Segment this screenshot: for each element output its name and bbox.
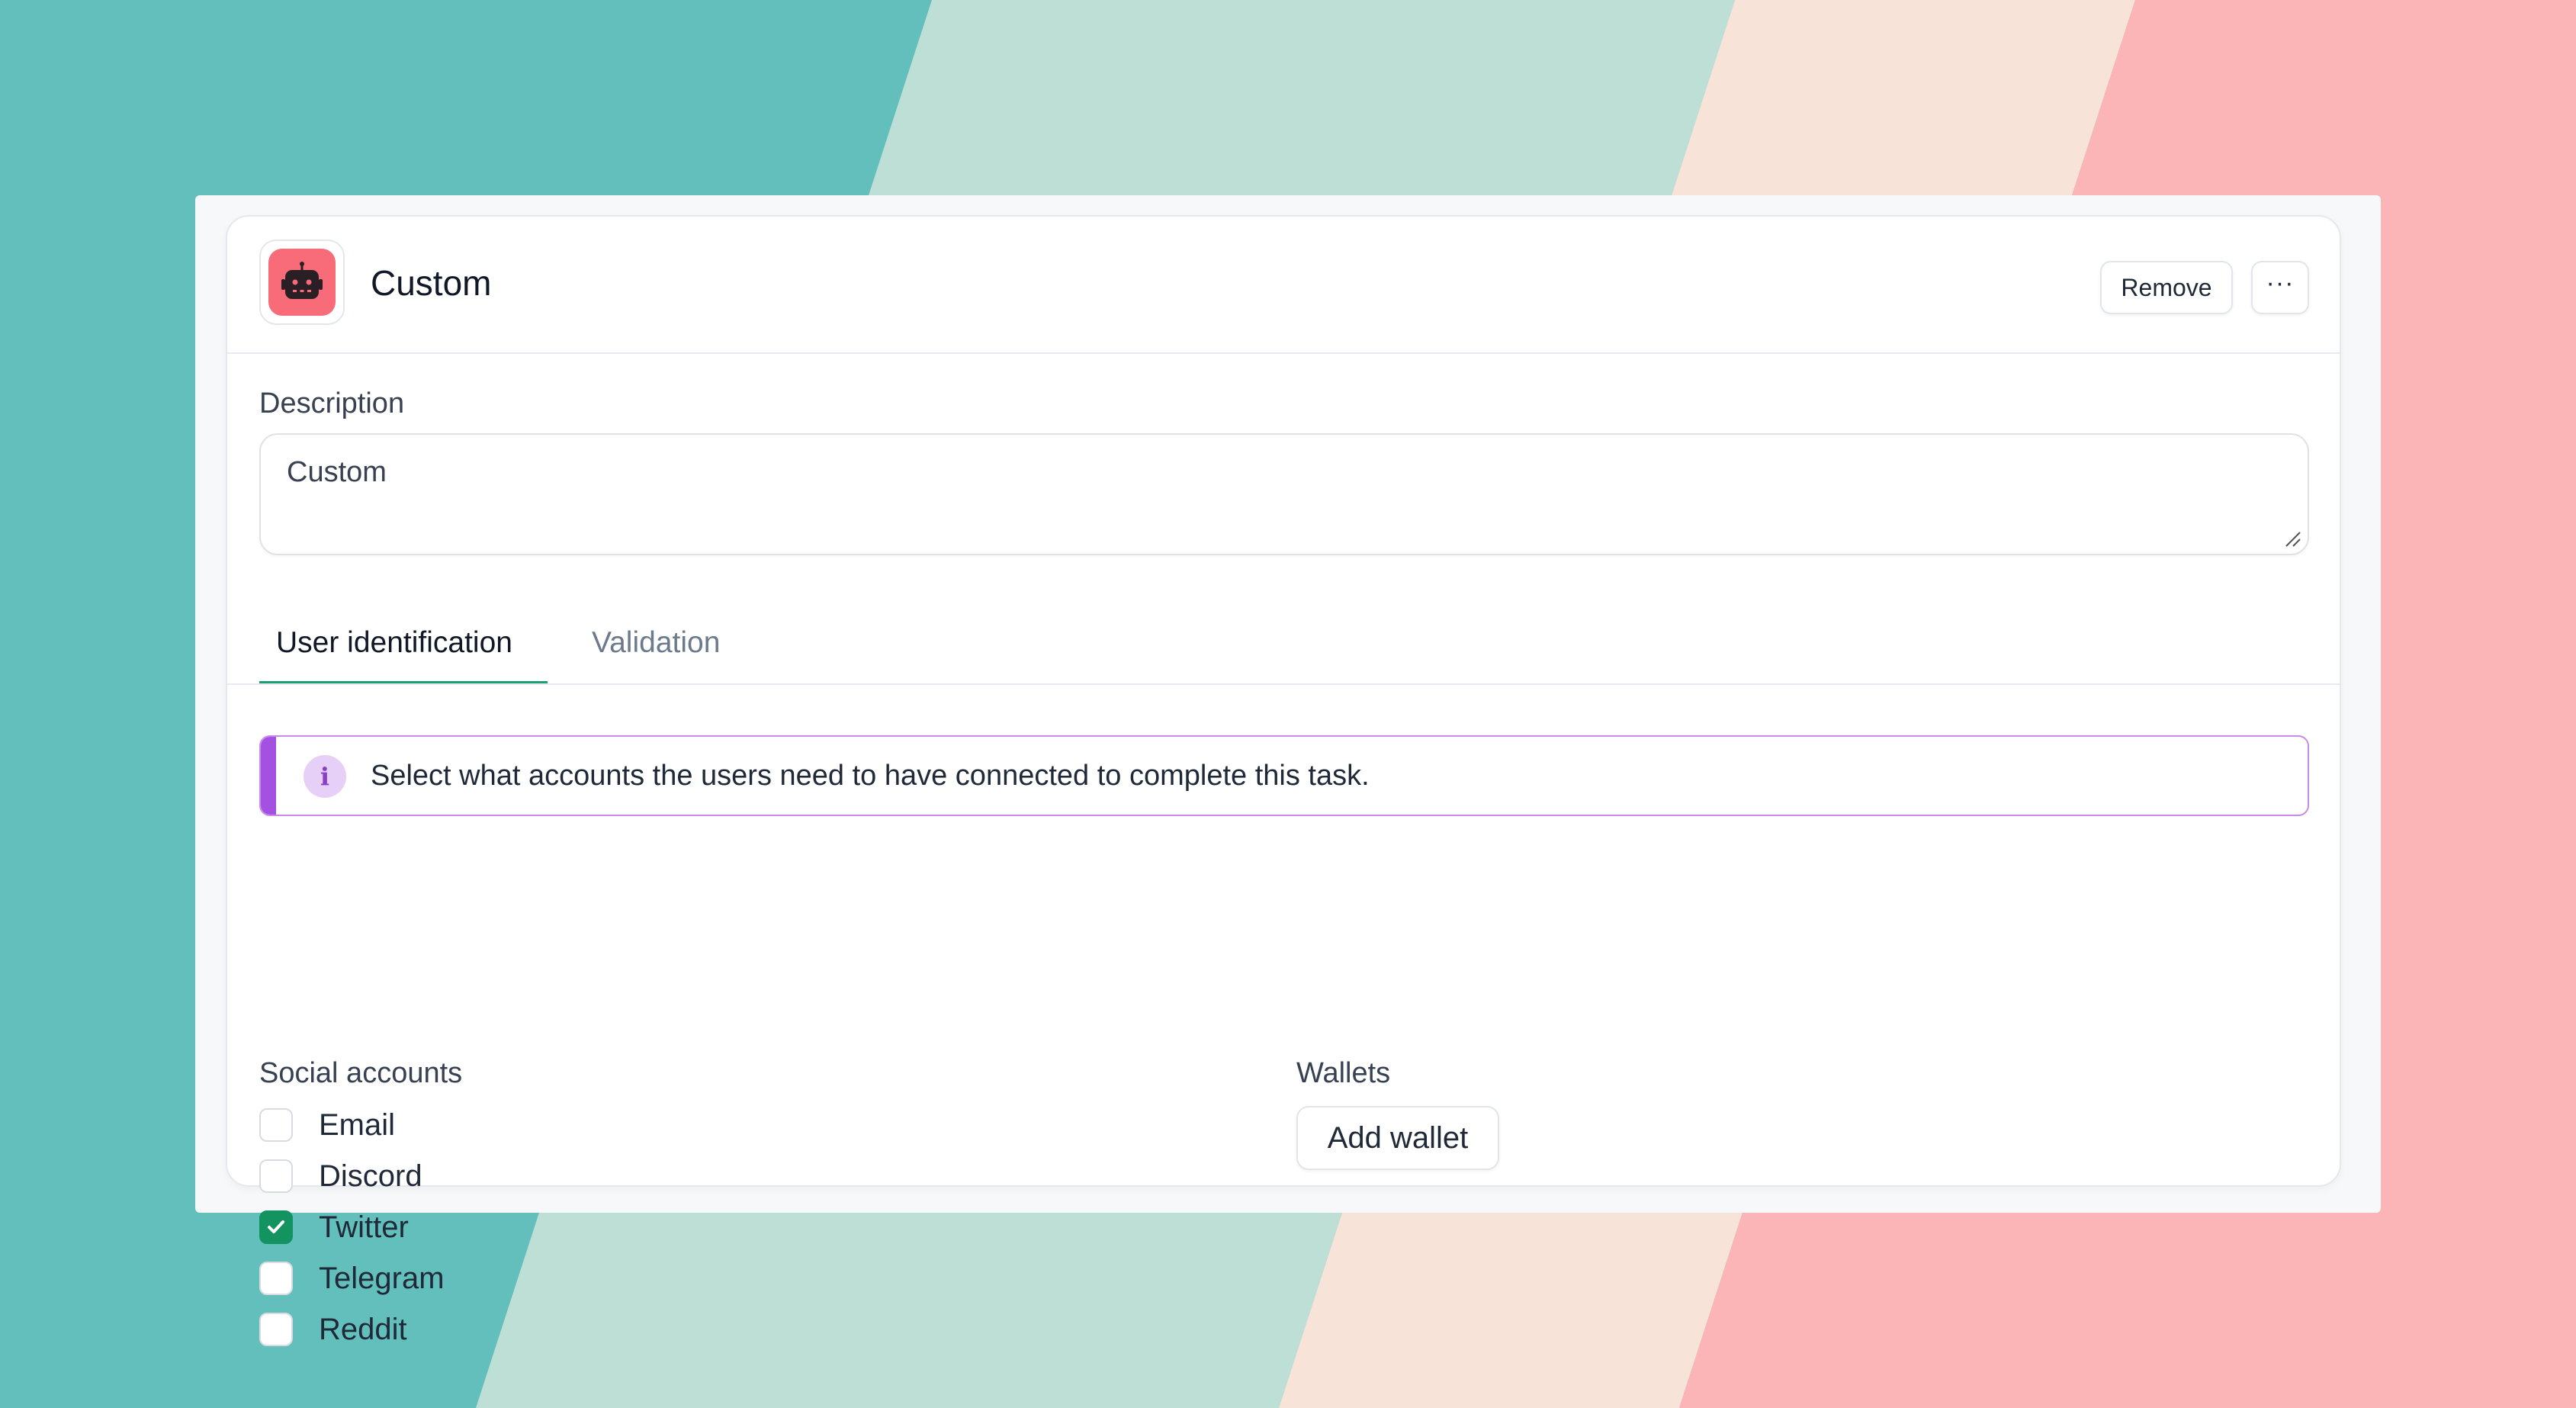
checkbox-row-discord[interactable]: Discord — [259, 1157, 422, 1195]
description-value: Custom — [287, 456, 387, 488]
checkbox-twitter[interactable] — [259, 1210, 293, 1244]
checkbox-row-email[interactable]: Email — [259, 1106, 395, 1144]
checkbox-row-reddit[interactable]: Reddit — [259, 1310, 407, 1349]
checkbox-label: Email — [319, 1108, 396, 1142]
card-title: Custom — [371, 263, 492, 303]
card-header: Custom Remove ··· — [227, 217, 2340, 354]
tab-validation[interactable]: Validation — [592, 625, 760, 685]
more-options-button[interactable]: ··· — [2251, 261, 2309, 314]
description-label: Description — [259, 387, 405, 420]
modal-frame: Custom Remove ··· Description Custom Use… — [195, 195, 2381, 1346]
checkbox-label: Reddit — [319, 1313, 407, 1346]
info-accent-bar — [261, 737, 276, 815]
checkbox-discord[interactable] — [259, 1159, 293, 1193]
info-text: Select what accounts the users need to h… — [371, 760, 1370, 792]
resize-handle-icon[interactable] — [2283, 529, 2303, 549]
info-banner: i Select what accounts the users need to… — [259, 735, 2309, 816]
checkmark-icon — [268, 1220, 284, 1233]
checkbox-reddit[interactable] — [259, 1313, 293, 1346]
checkbox-row-twitter[interactable]: Twitter — [259, 1208, 409, 1246]
checkbox-label: Telegram — [319, 1262, 445, 1295]
checkbox-label: Discord — [319, 1159, 422, 1193]
tab-user-identification[interactable]: User identification — [259, 625, 548, 685]
add-wallet-button[interactable]: Add wallet — [1296, 1106, 1499, 1170]
checkbox-label: Twitter — [319, 1210, 409, 1244]
social-accounts-label: Social accounts — [259, 1057, 463, 1089]
remove-button[interactable]: Remove — [2100, 261, 2233, 314]
checkbox-email[interactable] — [259, 1108, 293, 1142]
info-icon: i — [304, 755, 346, 798]
description-textarea[interactable]: Custom — [259, 433, 2309, 555]
tabs-divider — [227, 683, 2340, 685]
robot-icon — [268, 249, 336, 316]
wallets-label: Wallets — [1296, 1057, 1391, 1089]
task-card: Custom Remove ··· Description Custom Use… — [226, 215, 2341, 1346]
checkbox-row-telegram[interactable]: Telegram — [259, 1259, 445, 1297]
checkbox-telegram[interactable] — [259, 1262, 293, 1295]
app-icon — [259, 239, 345, 325]
